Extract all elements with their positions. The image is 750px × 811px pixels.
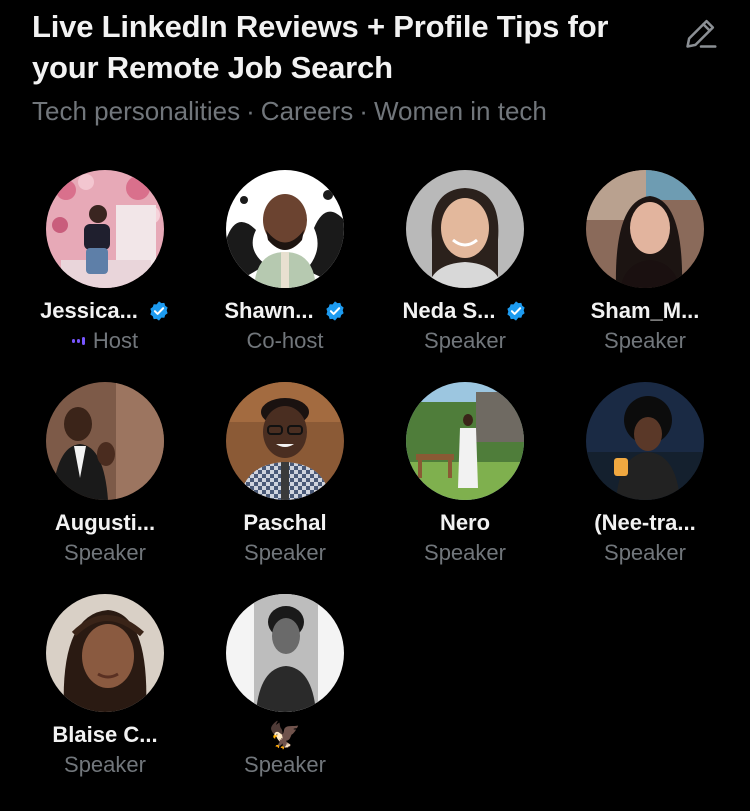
participant-role: Speaker — [64, 752, 146, 777]
participant-role: Speaker — [424, 540, 506, 565]
speaking-indicator-icon — [71, 337, 85, 345]
participant-role: Host — [92, 328, 139, 353]
participant-role: Co-host — [246, 328, 324, 353]
participant-name: (Nee-tra... — [594, 510, 696, 535]
avatar[interactable] — [46, 594, 164, 712]
participant-card[interactable]: Paschal Speaker — [195, 382, 375, 594]
avatar[interactable] — [46, 382, 164, 500]
participant-name: Sham_M... — [590, 298, 700, 323]
verified-badge-icon — [148, 300, 170, 322]
participant-card[interactable]: 🦅 Speaker — [195, 594, 375, 806]
participant-name: Shawn... — [224, 298, 314, 323]
space-header: Live LinkedIn Reviews + Profile Tips for… — [32, 6, 722, 127]
pencil-icon — [686, 19, 717, 48]
participant-name: Jessica... — [40, 298, 138, 323]
participant-name: Nero — [439, 510, 491, 535]
avatar[interactable] — [406, 382, 524, 500]
participant-card[interactable]: Jessica... Host — [15, 170, 195, 382]
participant-name: 🦅 — [268, 720, 302, 750]
topic-separator: · — [246, 96, 255, 126]
avatar[interactable] — [226, 382, 344, 500]
participant-card[interactable]: Neda S... Speaker — [375, 170, 555, 382]
participant-role: Speaker — [424, 328, 506, 353]
edit-button[interactable] — [680, 12, 722, 54]
avatar[interactable] — [586, 170, 704, 288]
avatar[interactable] — [46, 170, 164, 288]
space-title: Live LinkedIn Reviews + Profile Tips for… — [32, 9, 609, 85]
participant-card[interactable]: Shawn... Co-host — [195, 170, 375, 382]
participant-card[interactable]: Nero Speaker — [375, 382, 555, 594]
participant-role: Speaker — [64, 540, 146, 565]
topic-women-in-tech[interactable]: Women in tech — [374, 96, 547, 126]
participant-name: Blaise C... — [52, 722, 158, 747]
participant-card[interactable]: Augusti... Speaker — [15, 382, 195, 594]
participant-name: Neda S... — [402, 298, 496, 323]
topic-tech-personalities[interactable]: Tech personalities — [32, 96, 240, 126]
avatar[interactable] — [586, 382, 704, 500]
participant-role: Speaker — [604, 328, 686, 353]
participant-name: Augusti... — [54, 510, 156, 535]
participant-grid: Jessica... Host Shawn... Co-host Neda S.… — [15, 170, 735, 806]
topic-careers[interactable]: Careers — [261, 96, 353, 126]
participant-card[interactable]: Sham_M... Speaker — [555, 170, 735, 382]
avatar[interactable] — [406, 170, 524, 288]
participant-name: Paschal — [243, 510, 327, 535]
avatar[interactable] — [226, 594, 344, 712]
topic-separator: · — [359, 96, 368, 126]
avatar[interactable] — [226, 170, 344, 288]
participant-role: Speaker — [244, 752, 326, 777]
participant-card[interactable]: (Nee-tra... Speaker — [555, 382, 735, 594]
topic-list: Tech personalities · Careers · Women in tech — [32, 96, 722, 127]
participant-card[interactable]: Blaise C... Speaker — [15, 594, 195, 806]
verified-badge-icon — [505, 300, 527, 322]
participant-role: Speaker — [244, 540, 326, 565]
verified-badge-icon — [324, 300, 346, 322]
participant-role: Speaker — [604, 540, 686, 565]
